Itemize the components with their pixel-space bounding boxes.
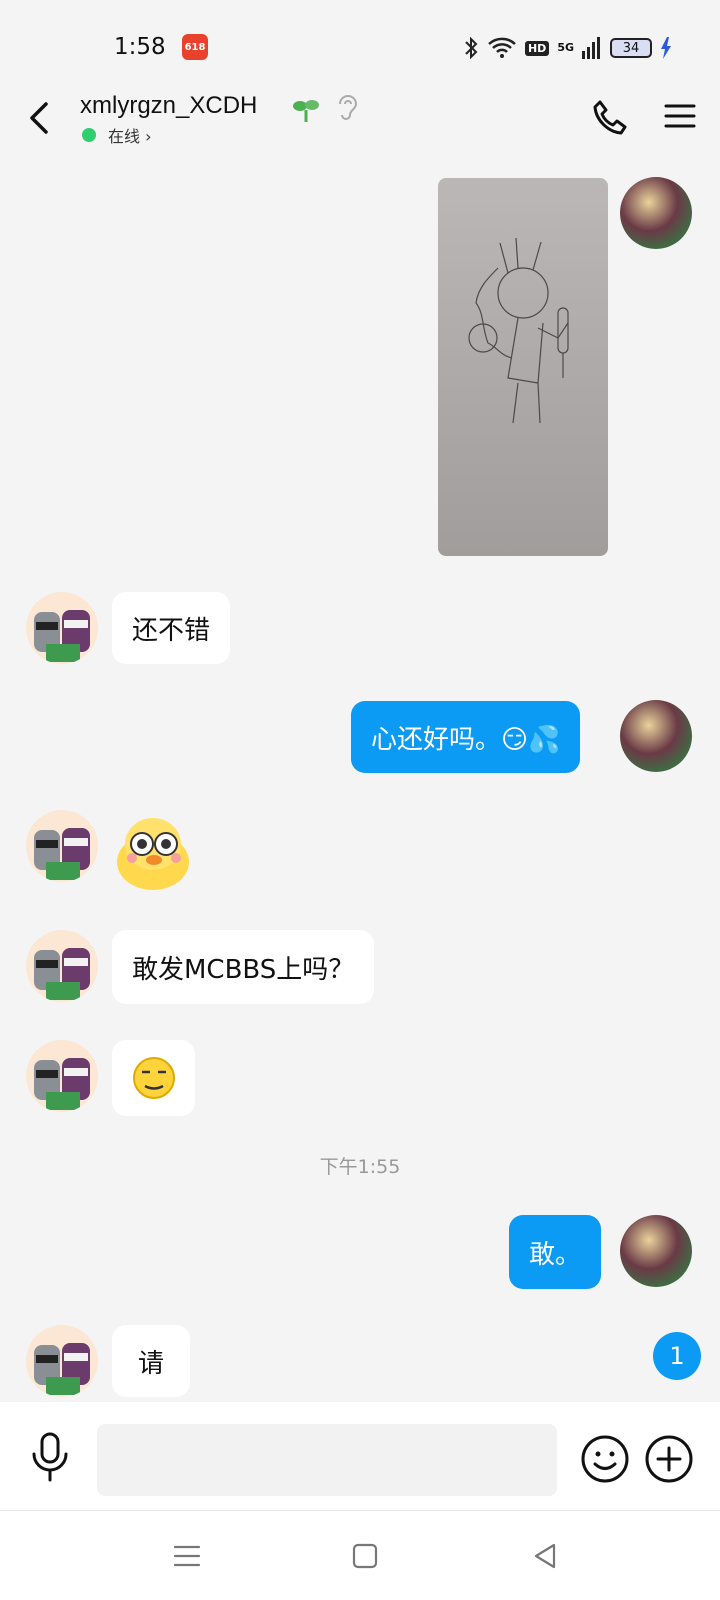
message-bubble[interactable]: 敢。 — [509, 1215, 602, 1289]
back-button[interactable] — [22, 96, 56, 140]
duck-sticker[interactable] — [112, 810, 194, 892]
battery-indicator: 34 — [610, 38, 652, 58]
message-bubble[interactable]: 心还好吗。😏💦 — [351, 701, 581, 773]
status-bar: 1:58 618 HD 5G 34 — [0, 0, 720, 90]
message-timestamp: 下午1:55 — [319, 1156, 401, 1178]
my-avatar[interactable] — [620, 177, 692, 249]
message-bubble[interactable]: 请 — [112, 1325, 191, 1397]
chevron-right-icon: › — [145, 127, 152, 146]
voice-call-button[interactable] — [590, 98, 630, 138]
menu-lines-icon — [173, 1545, 201, 1567]
contact-avatar[interactable] — [26, 1325, 98, 1397]
emoji-button[interactable] — [580, 1434, 630, 1484]
cartoon-avatar-image — [34, 1343, 90, 1395]
chevron-left-icon — [30, 102, 48, 134]
voice-input-button[interactable] — [28, 1432, 72, 1482]
signal-icon — [582, 37, 600, 59]
recent-apps-button[interactable] — [170, 1539, 204, 1573]
more-actions-button[interactable] — [644, 1434, 694, 1484]
more-menu-button[interactable] — [664, 100, 696, 132]
cartoon-avatar-image — [34, 948, 90, 1000]
message-bubble[interactable]: 敢发MCBBS上吗？ — [112, 930, 375, 1004]
hd-icon: HD — [524, 40, 550, 56]
emoji-message[interactable] — [112, 1040, 195, 1116]
my-avatar[interactable] — [620, 700, 692, 772]
contact-avatar[interactable] — [26, 930, 98, 1002]
wifi-icon — [488, 37, 516, 58]
pencil-sketch-image — [468, 237, 569, 424]
cartoon-avatar-image — [34, 610, 90, 662]
triangle-back-icon — [534, 1543, 556, 1569]
contact-avatar[interactable] — [26, 810, 98, 882]
home-button[interactable] — [348, 1539, 382, 1573]
hamburger-menu-icon — [664, 104, 696, 128]
microphone-icon — [32, 1432, 68, 1482]
yellow-duck-sticker-image — [117, 818, 189, 890]
shopping-618-icon: 618 — [182, 34, 208, 60]
back-nav-button[interactable] — [528, 1539, 562, 1573]
online-status-dot — [82, 128, 96, 142]
unread-count-badge[interactable]: 1 — [653, 1332, 701, 1380]
sprout-icon — [293, 100, 319, 122]
input-bar — [0, 1402, 720, 1510]
system-nav-bar — [0, 1510, 720, 1600]
network-label: 5G — [557, 41, 574, 54]
smiley-icon — [581, 1435, 629, 1483]
phone-icon — [593, 100, 627, 135]
cartoon-avatar-image — [34, 828, 90, 880]
cartoon-avatar-image — [34, 1058, 90, 1110]
sent-photo[interactable] — [438, 178, 608, 556]
charging-icon — [661, 37, 671, 59]
status-icons: HD 5G 34 — [463, 34, 672, 62]
message-input[interactable] — [97, 1424, 557, 1496]
contact-avatar[interactable] — [26, 1040, 98, 1112]
status-time: 1:58 — [114, 34, 166, 60]
bluetooth-icon — [465, 36, 478, 60]
my-avatar[interactable] — [620, 1215, 692, 1287]
chat-header: xmlyrgzn_XCDH 在线 › — [0, 90, 720, 160]
online-status[interactable]: 在线 › — [108, 123, 152, 147]
plus-circle-icon — [645, 1435, 693, 1483]
contact-name[interactable]: xmlyrgzn_XCDH — [80, 92, 257, 120]
square-icon — [352, 1543, 378, 1569]
contact-avatar[interactable] — [26, 592, 98, 664]
ear-icon[interactable] — [336, 92, 360, 122]
smirk-emoji-icon — [133, 1057, 175, 1099]
message-bubble[interactable]: 还不错 — [112, 592, 231, 664]
